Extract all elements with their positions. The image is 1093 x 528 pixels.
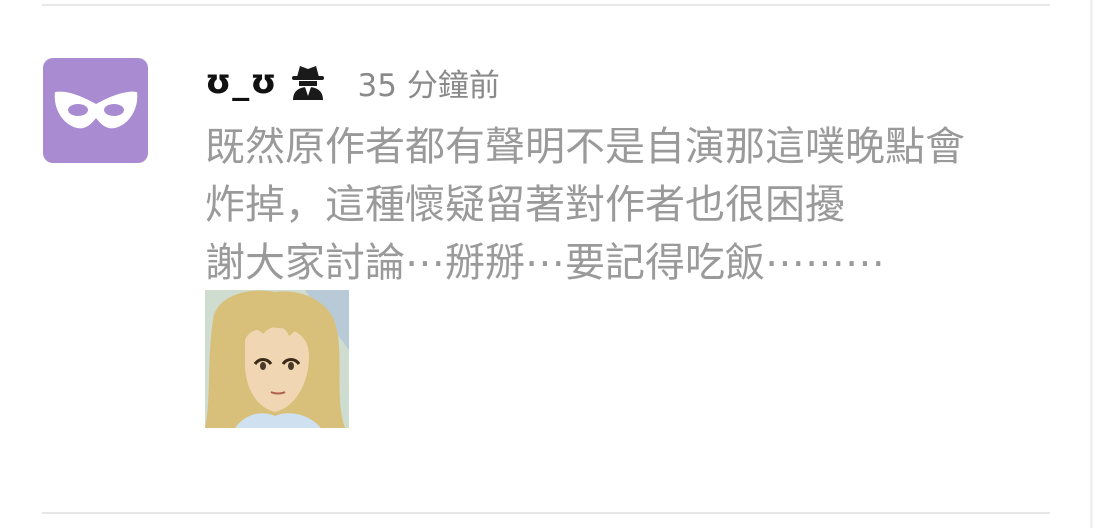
mask-icon — [54, 91, 137, 128]
top-divider — [42, 4, 1050, 6]
avatar[interactable] — [43, 58, 148, 163]
comment-line: 謝大家討論⋯掰掰⋯要記得吃飯⋯⋯⋯ — [205, 240, 885, 286]
spy-icon — [290, 63, 326, 101]
comment-header: ʊ_ʊ 35 分鐘前 — [205, 58, 500, 106]
anime-girl-sticker[interactable] — [205, 290, 349, 428]
timestamp: 35 分鐘前 — [357, 67, 500, 104]
comment-line: 炸掉，這種懷疑留著對作者也很困擾 — [205, 182, 845, 228]
bottom-divider — [42, 512, 1050, 514]
comment-page: ʊ_ʊ 35 分鐘前 既然原作者都有聲明不是自演那這噗晚點會 炸掉，這種懷疑留著… — [0, 0, 1093, 528]
comment-body: 既然原作者都有聲明不是自演那這噗晚點會 炸掉，這種懷疑留著對作者也很困擾 謝大家… — [205, 118, 1065, 292]
comment-line: 既然原作者都有聲明不是自演那這噗晚點會 — [205, 124, 965, 170]
username[interactable]: ʊ_ʊ — [205, 62, 278, 102]
